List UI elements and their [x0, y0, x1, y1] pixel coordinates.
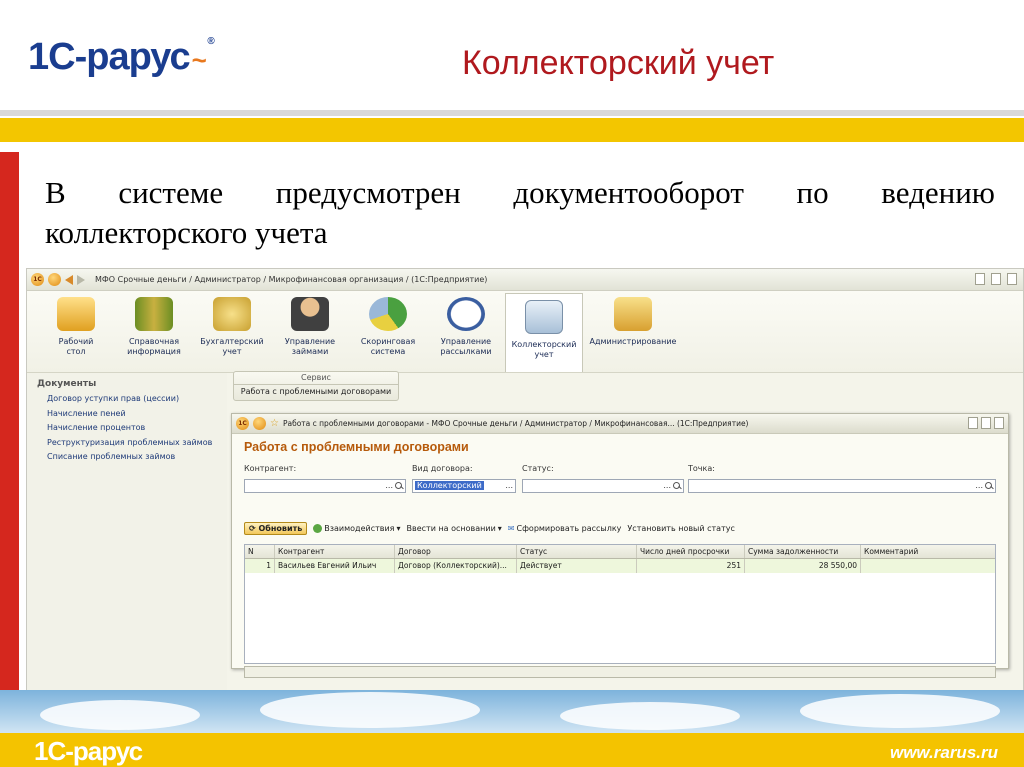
- clock-icon: [447, 297, 485, 331]
- form-window-title: Работа с проблемными договорами - МФО Ср…: [282, 419, 749, 428]
- interactions-button[interactable]: Взаимодействия ▾: [313, 524, 401, 533]
- mailing-button[interactable]: ✉ Сформировать рассылку: [508, 524, 622, 533]
- nav-item-interest[interactable]: Начисление процентов: [37, 421, 217, 436]
- pie-chart-icon: [369, 297, 407, 331]
- form-title: Работа с проблемными договорами: [244, 440, 469, 454]
- mailing-icon: ✉: [507, 524, 515, 533]
- search-icon[interactable]: [984, 481, 994, 491]
- form-toolbar: ⟳ Обновить Взаимодействия ▾ Ввести на ос…: [244, 522, 735, 535]
- back-arrow-icon[interactable]: [65, 274, 73, 285]
- coins-icon: [213, 297, 251, 331]
- kontragent-label: Контрагент:: [244, 464, 297, 473]
- calc-icon[interactable]: [1007, 273, 1017, 285]
- form-body: Работа с проблемными договорами Контраге…: [232, 434, 1008, 678]
- minimize-icon[interactable]: [968, 417, 978, 429]
- window-logo-icon: 1С: [236, 417, 249, 430]
- section-mailing[interactable]: Управление рассылками: [427, 291, 505, 372]
- website-link[interactable]: www.rarus.ru: [890, 743, 998, 763]
- service-heading: Сервис: [234, 372, 398, 385]
- person-icon: [291, 297, 329, 331]
- set-status-button[interactable]: Установить новый статус: [627, 524, 734, 533]
- section-admin[interactable]: Администрирование: [583, 291, 683, 372]
- service-box: Сервис Работа с проблемными договорами: [233, 371, 399, 401]
- footer-band: [0, 733, 1024, 767]
- nav-item-cession[interactable]: Договор уступки прав (цессии): [37, 392, 217, 407]
- col-n[interactable]: N: [245, 545, 275, 558]
- col-status[interactable]: Статус: [517, 545, 637, 558]
- form-window-titlebar: 1С ☆ Работа с проблемными договорами - М…: [232, 414, 1008, 434]
- history-icon[interactable]: [991, 273, 1001, 285]
- header-divider: [0, 110, 1024, 116]
- section-reference[interactable]: Справочная информация: [115, 291, 193, 372]
- forward-arrow-icon[interactable]: [77, 274, 85, 285]
- col-dogovor[interactable]: Договор: [395, 545, 517, 558]
- kontragent-field[interactable]: ...: [244, 479, 406, 493]
- nav-item-penalties[interactable]: Начисление пеней: [37, 407, 217, 422]
- service-item-problem-contracts[interactable]: Работа с проблемными договорами: [234, 385, 398, 399]
- database-icon: [614, 297, 652, 331]
- search-icon[interactable]: [394, 481, 404, 491]
- app-screenshot: 1С МФО Срочные деньги / Администратор / …: [26, 268, 1024, 692]
- col-comment[interactable]: Комментарий: [861, 545, 995, 558]
- section-loans[interactable]: Управление займами: [271, 291, 349, 372]
- status-label: Статус:: [522, 464, 554, 473]
- close-icon[interactable]: [994, 417, 1004, 429]
- tochka-field[interactable]: ...: [688, 479, 996, 493]
- star-icon[interactable]: ☆: [270, 418, 279, 429]
- section-panel: Рабочий стол Справочная информация Бухгалт…: [27, 291, 1023, 373]
- slide-title: Коллекторский учет: [462, 44, 775, 82]
- interactions-icon: [313, 524, 323, 533]
- main-menu-icon[interactable]: [48, 273, 61, 286]
- status-field[interactable]: ...: [522, 479, 684, 493]
- nav-item-restructuring[interactable]: Реструктуризация проблемных займов: [37, 436, 217, 451]
- company-logo: 1С-рарус~ ®: [28, 36, 215, 78]
- navigation-panel: Документы Договор уступки прав (цессии) …: [27, 373, 227, 691]
- maximize-icon[interactable]: [981, 417, 991, 429]
- horizontal-scrollbar[interactable]: [244, 666, 996, 678]
- col-kontragent[interactable]: Контрагент: [275, 545, 395, 558]
- slide-body-text: Всистеме предусмотрен документооборот по вед…: [45, 175, 995, 250]
- table-header: N Контрагент Договор Статус Число дней п…: [245, 545, 995, 559]
- app-title: МФО Срочные деньги / Администратор / Мик…: [95, 275, 488, 284]
- section-accounting[interactable]: Бухгалтерский учет: [193, 291, 271, 372]
- section-scoring[interactable]: Скоринговая система: [349, 291, 427, 372]
- footer-logo: 1С-рарус: [34, 736, 143, 766]
- col-days[interactable]: Число дней просрочки: [637, 545, 745, 558]
- tochka-label: Точка:: [688, 464, 715, 473]
- window-menu-icon[interactable]: [253, 417, 266, 430]
- app-titlebar: 1С МФО Срочные деньги / Администратор / …: [27, 269, 1023, 291]
- header-yellow-band: [0, 118, 1024, 142]
- form-window: 1С ☆ Работа с проблемными договорами - М…: [231, 413, 1009, 678]
- update-button[interactable]: ⟳ Обновить: [244, 522, 308, 535]
- desktop-icon: [57, 297, 95, 331]
- vid-label: Вид договора:: [412, 464, 473, 473]
- search-icon[interactable]: [672, 481, 682, 491]
- left-red-accent: [0, 152, 19, 717]
- app-logo-icon: 1С: [31, 273, 44, 286]
- contracts-table: N Контрагент Договор Статус Число дней п…: [244, 544, 996, 664]
- table-row[interactable]: 1 Васильев Евгений Ильич Договор (Коллек…: [245, 559, 995, 573]
- col-sum[interactable]: Сумма задолженности: [745, 545, 861, 558]
- books-icon: [135, 297, 173, 331]
- vid-field[interactable]: Коллекторский...: [412, 479, 516, 493]
- section-collection[interactable]: Коллекторский учет: [505, 293, 583, 372]
- section-desktop[interactable]: Рабочий стол: [37, 291, 115, 372]
- nav-item-writeoff[interactable]: Списание проблемных займов: [37, 450, 217, 465]
- create-based-button[interactable]: Ввести на основании ▾: [407, 524, 502, 533]
- favorites-icon[interactable]: [975, 273, 985, 285]
- nav-heading: Документы: [37, 379, 97, 389]
- clipboard-icon: [525, 300, 563, 334]
